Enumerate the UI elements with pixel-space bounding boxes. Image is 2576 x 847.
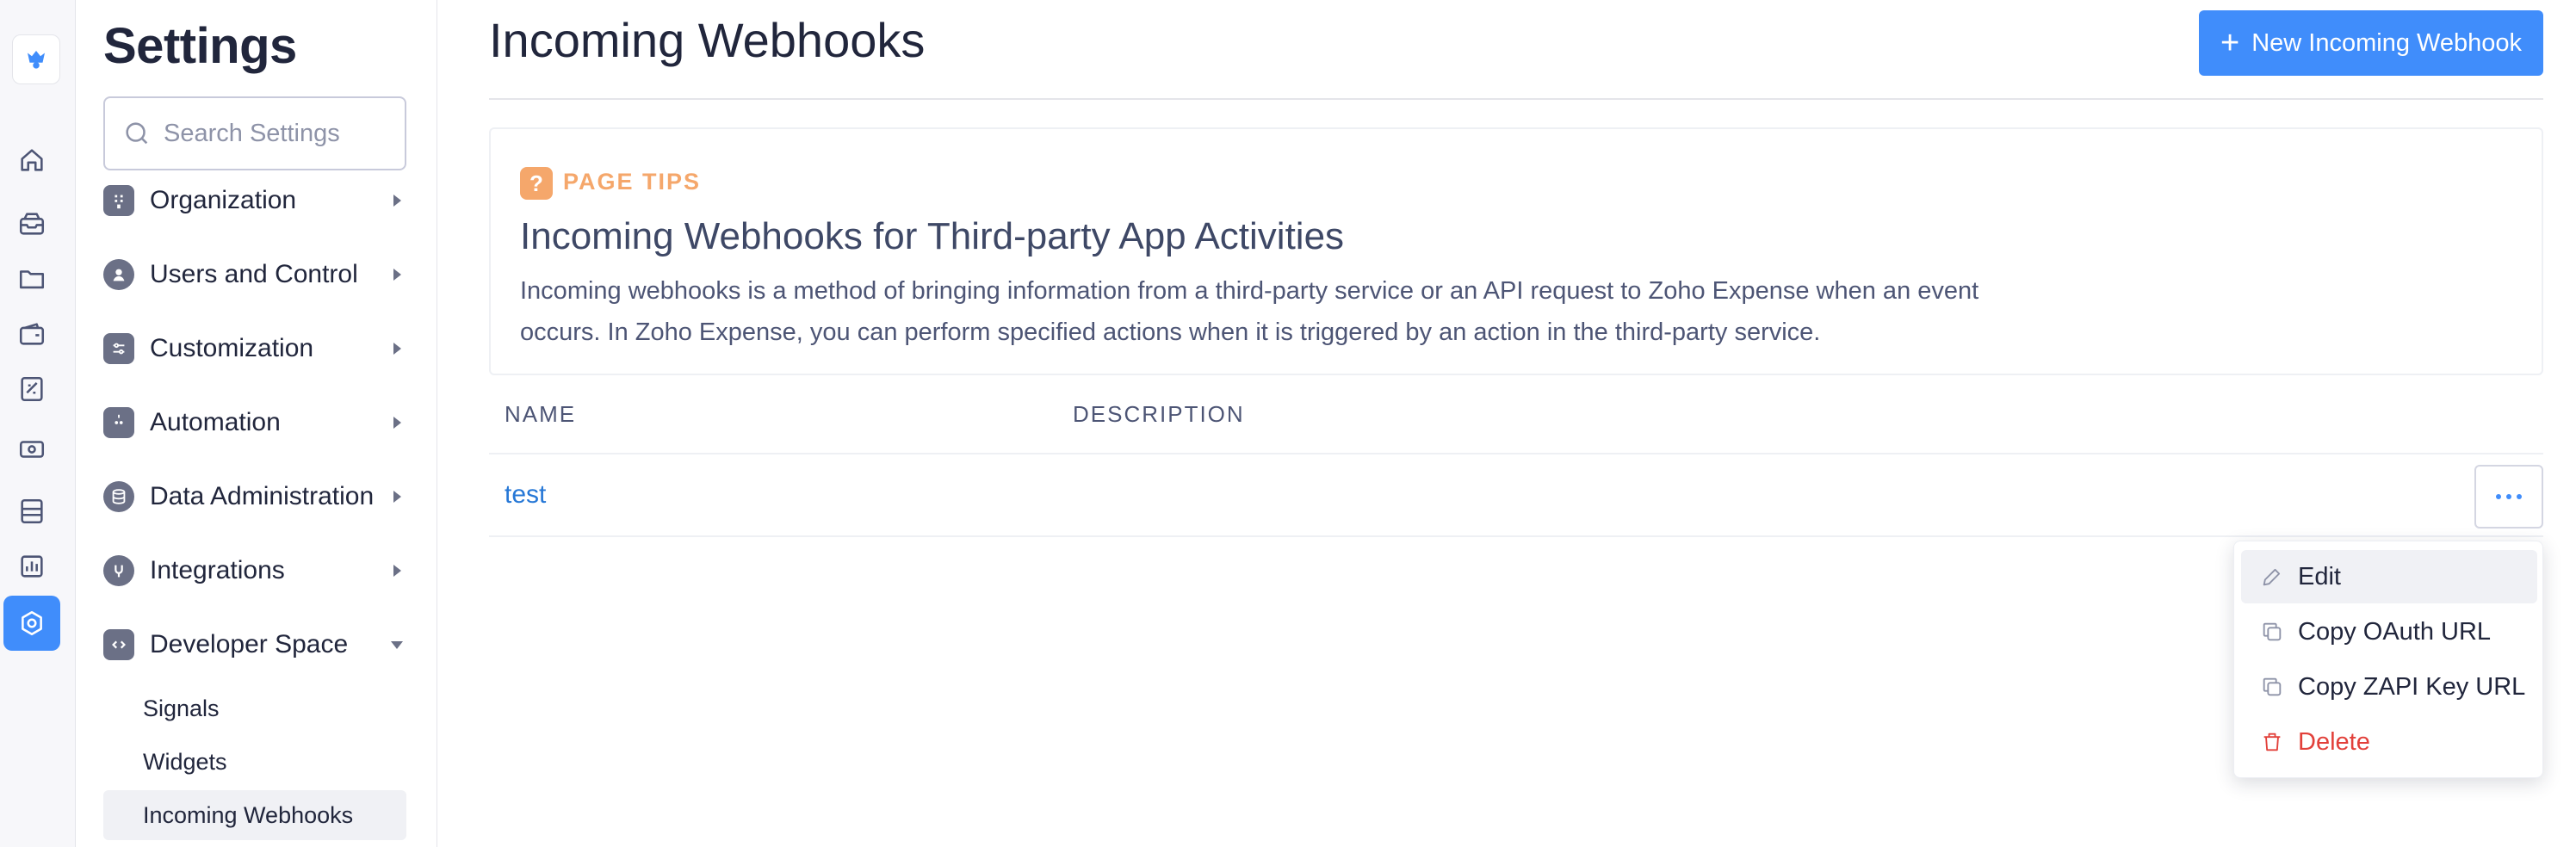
copy-icon — [2263, 622, 2282, 641]
ellipsis-dot — [2517, 494, 2522, 499]
settings-sidebar: Settings Organization Users and Control … — [76, 0, 437, 847]
menu-item-copy-zapi-key-url[interactable]: Copy ZAPI Key URL — [2241, 660, 2537, 714]
chevron-right-icon — [393, 491, 401, 503]
settings-title: Settings — [103, 18, 297, 74]
reports-icon[interactable] — [3, 539, 60, 594]
menu-item-delete[interactable]: Delete — [2241, 715, 2537, 769]
wallet-icon[interactable] — [3, 306, 60, 362]
sidebar-item-label: Organization — [150, 186, 297, 214]
column-header-description: DESCRIPTION — [1073, 401, 1245, 427]
page-title: Incoming Webhooks — [489, 13, 926, 67]
chevron-right-icon — [393, 195, 401, 207]
sliders-icon — [103, 333, 134, 364]
home-icon[interactable] — [3, 133, 60, 188]
chevron-right-icon — [393, 343, 401, 355]
new-incoming-webhook-label: New Incoming Webhook — [2251, 28, 2522, 57]
row-actions-menu: Edit Copy OAuth URL Copy ZAPI Key URL De… — [2233, 541, 2543, 778]
sidebar-item-data-administration[interactable]: Data Administration — [103, 470, 406, 523]
row-divider — [489, 535, 2543, 537]
sidebar-item-label: Customization — [150, 334, 314, 362]
chevron-down-icon — [391, 640, 403, 649]
menu-item-copy-oauth-url[interactable]: Copy OAuth URL — [2241, 605, 2537, 658]
search-icon — [126, 122, 148, 145]
search-settings-input[interactable] — [164, 119, 396, 148]
header-divider — [489, 453, 2543, 454]
page-tips-label: PAGE TIPS — [563, 169, 702, 195]
sidebar-item-integrations[interactable]: Integrations — [103, 544, 406, 597]
sidebar-item-customization[interactable]: Customization — [103, 322, 406, 375]
sidebar-item-users-and-control[interactable]: Users and Control — [103, 248, 406, 301]
search-settings-box[interactable] — [103, 96, 406, 170]
page-tips-body-line: Incoming webhooks is a method of bringin… — [520, 277, 1979, 305]
receipt-icon[interactable] — [3, 362, 60, 417]
menu-item-label: Edit — [2298, 562, 2341, 590]
question-icon: ? — [520, 167, 553, 200]
column-header-name: NAME — [505, 401, 577, 427]
app-logo-icon[interactable] — [12, 34, 60, 84]
cash-icon[interactable] — [3, 422, 60, 477]
menu-item-label: Copy ZAPI Key URL — [2298, 672, 2526, 701]
menu-item-edit[interactable]: Edit — [2241, 550, 2537, 603]
sidebar-subitem-signals[interactable]: Signals — [103, 683, 406, 733]
ellipsis-dot — [2496, 494, 2501, 499]
sidebar-item-label: Developer Space — [150, 630, 349, 658]
plug-icon — [103, 555, 134, 586]
chevron-right-icon — [393, 565, 401, 577]
copy-icon — [2263, 677, 2282, 696]
card-icon[interactable] — [3, 484, 60, 539]
pencil-icon — [2263, 568, 2281, 586]
page-tips-body: Incoming webhooks is a method of bringin… — [520, 270, 2070, 353]
inbox-icon[interactable] — [3, 196, 60, 251]
plus-icon: + — [2220, 25, 2240, 61]
sidebar-item-automation[interactable]: Automation — [103, 396, 406, 449]
app-nav-rail — [0, 0, 76, 847]
settings-icon[interactable] — [3, 596, 60, 651]
user-icon — [103, 259, 134, 290]
sidebar-item-label: Users and Control — [150, 260, 358, 288]
webhook-name-link[interactable]: test — [505, 480, 546, 510]
menu-item-label: Delete — [2298, 727, 2370, 756]
row-more-actions-button[interactable] — [2474, 465, 2543, 529]
database-icon — [103, 481, 134, 512]
sidebar-item-organization[interactable]: Organization — [103, 174, 406, 227]
ellipsis-dot — [2506, 494, 2511, 499]
chevron-right-icon — [393, 417, 401, 429]
new-incoming-webhook-button[interactable]: + New Incoming Webhook — [2199, 10, 2543, 76]
sidebar-item-label: Data Administration — [150, 482, 375, 510]
sidebar-item-developer-space[interactable]: Developer Space — [103, 618, 406, 671]
title-divider — [489, 98, 2543, 100]
page-tips-title: Incoming Webhooks for Third-party App Ac… — [520, 215, 1345, 257]
sidebar-item-label: Integrations — [150, 556, 285, 584]
menu-item-label: Copy OAuth URL — [2298, 617, 2492, 646]
code-icon — [103, 629, 134, 660]
page-tips-card: ? PAGE TIPS Incoming Webhooks for Third-… — [489, 127, 2543, 375]
building-icon — [103, 185, 134, 216]
robot-icon — [103, 407, 134, 438]
sidebar-item-label: Automation — [150, 408, 281, 436]
page-tips-body-line: occurs. In Zoho Expense, you can perform… — [520, 318, 1821, 346]
sidebar-subitem-incoming-webhooks[interactable]: Incoming Webhooks — [103, 790, 406, 840]
trash-icon — [2263, 733, 2281, 751]
chevron-right-icon — [393, 269, 401, 281]
folder-icon[interactable] — [3, 251, 60, 306]
sidebar-subitem-widgets[interactable]: Widgets — [103, 737, 406, 787]
